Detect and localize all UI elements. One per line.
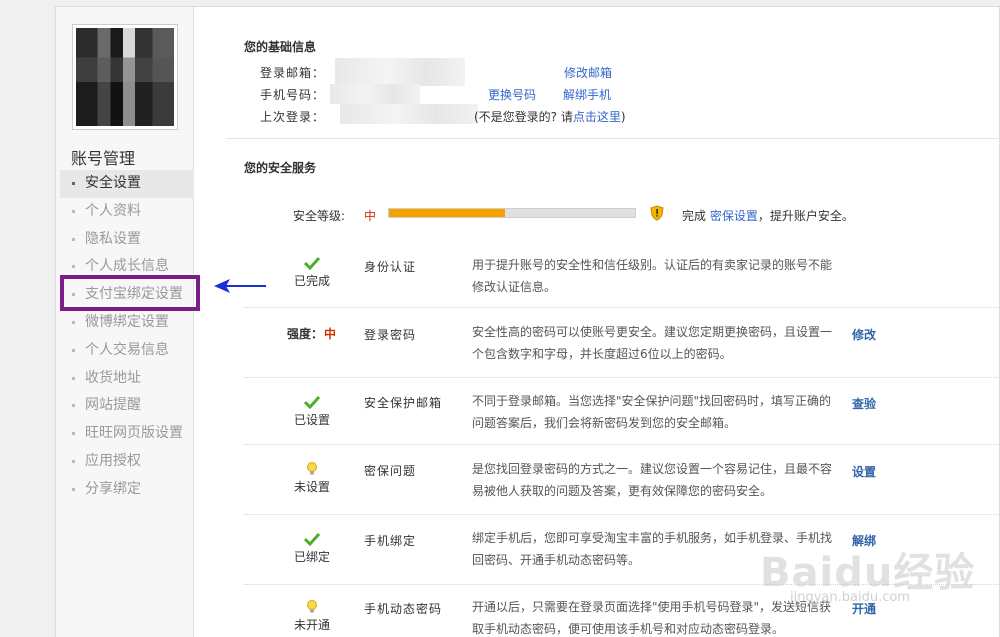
email-label: 登录邮箱：	[260, 66, 326, 80]
modify-email-link[interactable]: 修改邮箱	[564, 64, 612, 81]
item-name-identity: 身份认证	[364, 260, 417, 274]
row-divider	[244, 514, 1000, 515]
sidebar-item-privacy[interactable]: 隐私设置	[60, 226, 194, 254]
basic-info-title: 您的基础信息	[244, 40, 317, 54]
row-divider	[244, 307, 1000, 308]
not-you-text: (不是您登录的? 请点击这里)	[474, 110, 626, 124]
highlight-box	[60, 275, 200, 311]
pwd-protect-link[interactable]: 密保设置	[710, 209, 758, 223]
sidebar-item-weibo[interactable]: 微博绑定设置	[60, 309, 194, 337]
sidebar-menu: 安全设置 个人资料 隐私设置 个人成长信息 支付宝绑定设置 微博绑定设置 个人交…	[60, 170, 194, 504]
status-dynamic-pwd: 未开通	[282, 600, 342, 633]
unbind-phone-link[interactable]: 解绑手机	[563, 86, 611, 103]
sidebar-item-security[interactable]: 安全设置	[60, 170, 194, 198]
check-icon	[304, 395, 320, 409]
pointer-arrow-icon	[214, 279, 266, 293]
change-phone-link[interactable]: 更换号码	[488, 86, 536, 103]
item-desc-password: 安全性高的密码可以使账号更安全。建议您定期更换密码，且设置一个包含数字和字母，并…	[472, 325, 833, 361]
phone-value-blurred	[330, 84, 420, 104]
sidebar-item-profile[interactable]: 个人资料	[60, 198, 194, 226]
check-icon	[304, 256, 320, 270]
sidebar-item-share[interactable]: 分享绑定	[60, 476, 194, 504]
check-email-button[interactable]: 查验	[852, 395, 876, 412]
email-value-blurred	[335, 58, 465, 86]
item-name-safe-email: 安全保护邮箱	[364, 396, 443, 410]
set-question-button[interactable]: 设置	[852, 463, 876, 480]
avatar[interactable]	[72, 24, 178, 130]
sidebar-item-trade[interactable]: 个人交易信息	[60, 337, 194, 365]
status-safe-email: 已设置	[282, 395, 342, 428]
strength-label: 强度：	[287, 327, 324, 341]
security-level-fill	[389, 209, 505, 217]
item-name-dynamic-pwd: 手机动态密码	[364, 602, 443, 616]
check-icon	[304, 532, 320, 546]
security-level-value: 中	[364, 209, 377, 223]
row-divider	[244, 444, 1000, 445]
last-login-label: 上次登录：	[260, 110, 326, 124]
security-hint: 完成 密保设置，提升账户安全。	[682, 209, 854, 223]
item-desc-identity: 用于提升账号的安全性和信任级别。认证后的有卖家记录的账号不能修改认证信息。	[472, 258, 833, 294]
item-name-question: 密保问题	[364, 464, 417, 478]
bulb-icon	[307, 600, 317, 613]
strength-value: 中	[324, 327, 337, 341]
sidebar-item-address[interactable]: 收货地址	[60, 365, 194, 393]
status-identity: 已完成	[282, 256, 342, 289]
shield-icon	[650, 205, 664, 221]
item-name-password: 登录密码	[364, 328, 417, 342]
security-title: 您的安全服务	[244, 161, 317, 175]
sidebar-title: 账号管理	[71, 149, 136, 168]
divider	[226, 138, 1000, 139]
last-login-blurred	[340, 104, 478, 124]
sidebar-item-wangwang[interactable]: 旺旺网页版设置	[60, 420, 194, 448]
sidebar-item-reminder[interactable]: 网站提醒	[60, 392, 194, 420]
security-level-label: 安全等级:	[293, 209, 346, 223]
status-question: 未设置	[282, 462, 342, 495]
security-level-bar	[388, 208, 636, 218]
sidebar-item-apps[interactable]: 应用授权	[60, 448, 194, 476]
status-phone-bind: 已绑定	[282, 532, 342, 565]
item-name-phone-bind: 手机绑定	[364, 534, 417, 548]
row-divider	[244, 377, 1000, 378]
modify-password-button[interactable]: 修改	[852, 326, 876, 343]
bulb-icon	[307, 462, 317, 475]
item-desc-dynamic-pwd: 开通以后，只需要在登录页面选择"使用手机号码登录"，发送短信获取手机动态密码，便…	[472, 600, 832, 636]
phone-label: 手机号码：	[260, 88, 326, 102]
item-desc-safe-email: 不同于登录邮箱。当您选择"安全保护问题"找回密码时，填写正确的问题答案后，我们会…	[472, 394, 832, 430]
click-here-link[interactable]: 点击这里	[573, 110, 621, 124]
baidu-watermark-url: jingyan.baidu.com	[790, 590, 910, 605]
item-desc-question: 是您找回登录密码的方式之一。建议您设置一个容易记住，且最不容易被他人获取的问题及…	[472, 462, 833, 498]
